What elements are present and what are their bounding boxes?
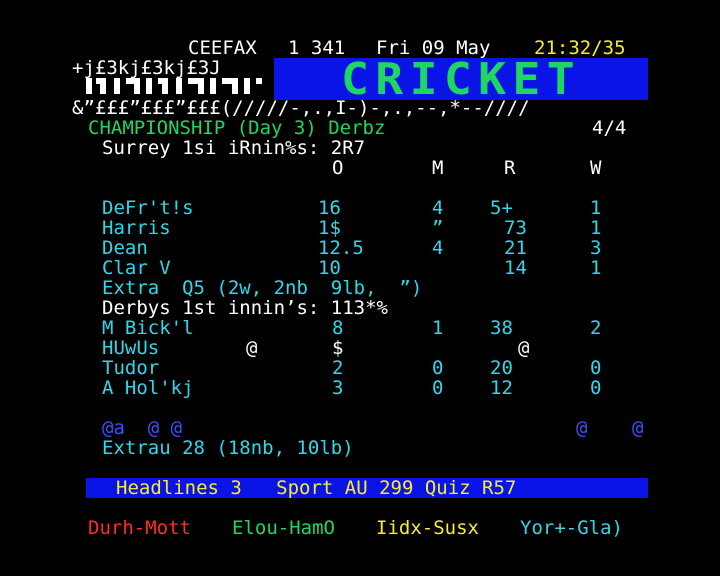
runs: 20 (490, 357, 513, 379)
overs: 2 (332, 357, 344, 379)
bowler-name: Tudor (102, 357, 160, 379)
bowler-name: A Hol'kj (102, 377, 194, 399)
wickets: 0 (590, 377, 602, 399)
innings1-title-row: Surrey 1si iRnin%s: 2R7 (0, 138, 720, 158)
runs: 21 (504, 237, 527, 259)
maidens: 4 (432, 197, 444, 219)
fastext-cyan-link[interactable]: Yor+-Gla) (520, 518, 623, 538)
table-row: Clar V 10 14 1 (0, 258, 720, 278)
innings2-title-row: Derbys 1st innin’s: 113*% (0, 298, 720, 318)
garble-text-bottom: &”£££”£££”£££(/////-,.,I-)-,.,--,*--//// (72, 97, 530, 119)
nav-bar-text-row: Headlines 3 Sport AU 299 Quiz R57 (0, 478, 720, 498)
maidens: 0 (432, 377, 444, 399)
mosaic-blocks-icon (86, 78, 262, 94)
innings2-title: Derbys 1st innin’s: 113*% (102, 297, 388, 319)
bowler-name: Dean (102, 237, 148, 259)
overs: 1$ (318, 217, 341, 239)
fastext-row: Durh-Mott Elou-HamO Iidx-Susx Yor+-Gla) (0, 518, 720, 538)
maidens: 0 (432, 357, 444, 379)
date: Fri 09 May (376, 37, 491, 59)
table-row: Harris 1$ ” 73 1 (0, 218, 720, 238)
wickets: 3 (590, 237, 602, 259)
table-row: Tudor 2 0 20 0 (0, 358, 720, 378)
runs: 12 (490, 377, 513, 399)
garble-at: @ (246, 337, 258, 359)
overs: 16 (318, 197, 341, 219)
col-runs-header: R (504, 157, 516, 179)
table-row: Dean 12.5 4 21 3 (0, 238, 720, 258)
overs: 10 (318, 257, 341, 279)
bowler-name: HUwUs (102, 337, 160, 359)
overs: $ (332, 337, 344, 359)
bowler-name: Harris (102, 217, 171, 239)
maidens: 1 (432, 317, 444, 339)
wickets: 1 (590, 197, 602, 219)
fastext-red-link[interactable]: Durh-Mott (88, 518, 191, 538)
maidens: 4 (432, 237, 444, 259)
maidens: ” (432, 217, 444, 239)
overs: 12.5 (318, 237, 364, 259)
innings2-extras-row: Extrau 28 (18nb, 10lb) (0, 438, 720, 458)
header-row: CEEFAX 1 341 Fri 09 May 21:32/35 (0, 38, 720, 58)
match-title-row: CHAMPIONSHIP (Day 3) Derbz 4/4 (0, 118, 720, 138)
table-row: A Hol'kj 3 0 12 0 (0, 378, 720, 398)
column-header-row: O M R W (0, 158, 720, 178)
match-title: CHAMPIONSHIP (Day 3) Derbz (88, 117, 386, 139)
fastext-yellow-link[interactable]: Iidx-Susx (376, 518, 479, 538)
table-row: M Bick'l 8 1 38 2 (0, 318, 720, 338)
runs: 38 (490, 317, 513, 339)
table-row: DeFr't!s 16 4 5+ 1 (0, 198, 720, 218)
bowler-name: M Bick'l (102, 317, 194, 339)
runs: @ (518, 337, 530, 359)
col-overs-header: O (332, 157, 344, 179)
wickets: 0 (590, 357, 602, 379)
page-count: 4/4 (592, 117, 627, 139)
wickets: 1 (590, 217, 602, 239)
runs: 5+ (490, 197, 513, 219)
page-number: 1 341 (288, 37, 346, 59)
clock: 21:32/35 (534, 37, 626, 59)
col-maidens-header: M (432, 157, 444, 179)
innings1-extras: Extra Q5 (2w, 2nb 9lb, ”) (102, 277, 423, 299)
garble-row: @a @ @ @ @ (0, 418, 720, 438)
service-name: CEEFAX (188, 37, 257, 59)
wickets: 2 (590, 317, 602, 339)
bowler-name: Clar V (102, 257, 171, 279)
overs: 8 (332, 317, 344, 339)
wickets: 1 (590, 257, 602, 279)
fastext-green-link[interactable]: Elou-HamO (232, 518, 335, 538)
cricket-title-banner: CRICKET (274, 58, 648, 100)
cricket-title: CRICKET (341, 58, 581, 100)
garble-left: @a @ @ (102, 417, 183, 439)
overs: 3 (332, 377, 344, 399)
col-wickets-header: W (590, 157, 602, 179)
table-row: HUwUs @ $ @ (0, 338, 720, 358)
innings1-title: Surrey 1si iRnin%s: 2R7 (102, 137, 366, 159)
runs: 14 (504, 257, 527, 279)
mosaic-graphic (78, 56, 268, 98)
runs: 73 (504, 217, 527, 239)
innings1-extras-row: Extra Q5 (2w, 2nb 9lb, ”) (0, 278, 720, 298)
garble-right-2: @ (632, 417, 644, 439)
banner-garble-bottom: &”£££”£££”£££(/////-,.,I-)-,.,--,*--//// (0, 98, 720, 118)
nav-bar-text[interactable]: Headlines 3 Sport AU 299 Quiz R57 (116, 478, 516, 498)
garble-right-1: @ (576, 417, 588, 439)
bowler-name: DeFr't!s (102, 197, 194, 219)
innings2-extras: Extrau 28 (18nb, 10lb) (102, 437, 354, 459)
